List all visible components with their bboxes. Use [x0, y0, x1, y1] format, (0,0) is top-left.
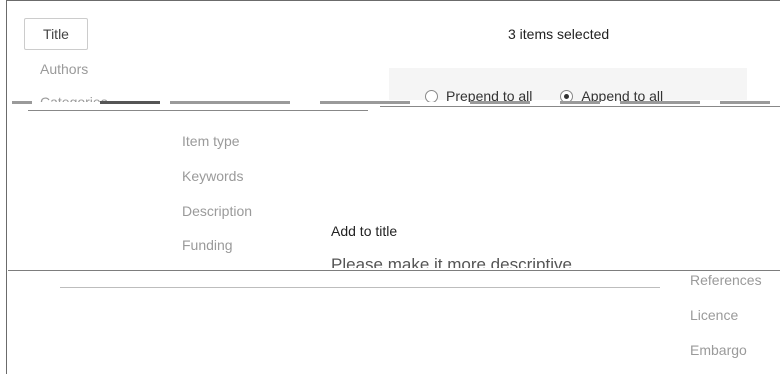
field-keywords[interactable]: Keywords: [182, 168, 243, 184]
field-funding[interactable]: Funding: [182, 237, 233, 253]
glitch-line: [380, 106, 780, 107]
hint-text: Please make it more descriptive: [331, 256, 572, 268]
field-item-type[interactable]: Item type: [182, 133, 240, 149]
selected-count: 3 items selected: [508, 26, 610, 42]
divider: [60, 287, 660, 288]
add-to-label: Add to title: [331, 223, 398, 239]
field-embargo[interactable]: Embargo: [690, 342, 747, 358]
field-authors[interactable]: Authors: [40, 61, 88, 77]
field-title-button[interactable]: Title: [24, 18, 88, 50]
field-licence[interactable]: Licence: [690, 307, 738, 323]
field-description[interactable]: Description: [182, 203, 252, 219]
glitch-line: [28, 110, 368, 111]
editor-frame: [6, 0, 780, 374]
divider: [8, 270, 780, 271]
field-references[interactable]: References: [690, 272, 762, 288]
